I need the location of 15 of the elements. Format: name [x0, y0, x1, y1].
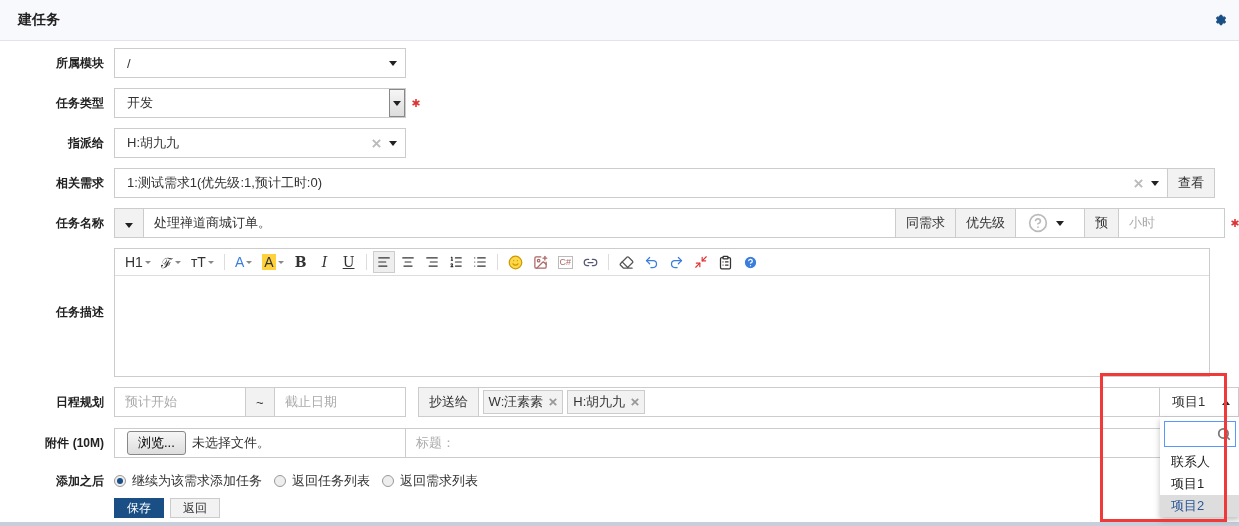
- field-label: 添加之后: [55, 472, 104, 490]
- field-label: 附件 (10M): [44, 434, 104, 452]
- field-label: 任务描述: [55, 304, 104, 321]
- page-title: 建任务: [18, 11, 60, 29]
- range-separator: ~: [245, 387, 275, 417]
- field-label: 任务类型: [55, 94, 104, 112]
- field-label: 所属模块: [55, 54, 104, 72]
- field-label: 指派给: [67, 134, 104, 152]
- file-status: 未选择文件。: [191, 434, 270, 452]
- field-label: 任务名称: [55, 214, 104, 232]
- field-label: 相关需求: [55, 174, 104, 192]
- estimate-label: 预: [1084, 208, 1119, 238]
- field-label: 日程规划: [55, 393, 104, 411]
- cc-label: 抄送给: [417, 387, 479, 417]
- priority-label: 优先级: [955, 208, 1016, 238]
